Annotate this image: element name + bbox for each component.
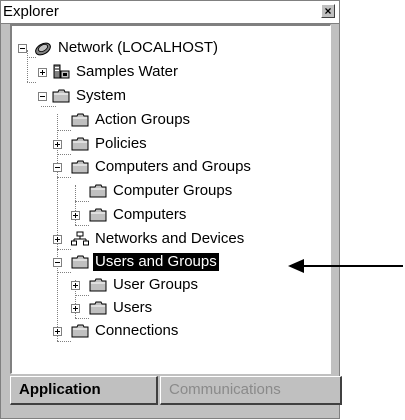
server-icon	[53, 64, 70, 79]
tree-item-computers[interactable]: Computers	[89, 204, 188, 226]
expander-policies[interactable]	[53, 140, 62, 149]
window-title: Explorer	[3, 3, 59, 20]
tree-item-label: Connections	[95, 322, 179, 339]
folder-icon	[71, 160, 89, 174]
tree-item-label: Computers	[113, 206, 187, 223]
expander-system[interactable]	[38, 92, 47, 101]
tree-item-policies[interactable]: Policies	[71, 133, 149, 155]
tree-item-label: Samples Water	[76, 63, 178, 80]
tree-item-label: Computers and Groups	[95, 158, 251, 175]
tree-item-users-and-groups[interactable]: Users and Groups	[71, 251, 220, 273]
title-bar: Explorer ×	[1, 1, 339, 24]
tree-item-computers-and-groups[interactable]: Computers and Groups	[71, 156, 253, 178]
tree-item-connections[interactable]: Connections	[71, 320, 180, 342]
expander-users-and-groups[interactable]	[53, 258, 62, 267]
folder-icon	[52, 89, 70, 103]
tree-item-action-groups[interactable]: Action Groups	[71, 109, 192, 131]
network-devices-icon	[71, 231, 89, 246]
expander-user-groups[interactable]	[71, 281, 80, 290]
tree-item-label: Action Groups	[95, 111, 191, 128]
callout-arrow-icon	[288, 259, 403, 273]
tree-item-samples-water[interactable]: Samples Water	[52, 61, 180, 83]
tree-item-label: Policies	[95, 135, 147, 152]
tree-item-label: Networks and Devices	[95, 230, 245, 247]
tree-item-networks-and-devices[interactable]: Networks and Devices	[71, 228, 246, 250]
folder-icon	[89, 208, 107, 222]
tree-item-network[interactable]: Network (LOCALHOST)	[34, 37, 220, 59]
tab-bar: Application Communications	[10, 374, 342, 410]
explorer-window: Explorer × Network (LOCALHOST) Samples W…	[0, 0, 342, 419]
tree-item-label-selected: Users and Groups	[92, 252, 220, 272]
expander-samples-water[interactable]	[38, 68, 47, 77]
tree-item-user-groups[interactable]: User Groups	[89, 274, 200, 296]
expander-connections[interactable]	[53, 327, 62, 336]
tree-item-label: System	[76, 87, 127, 104]
expander-computers-and-groups[interactable]	[53, 163, 62, 172]
tree-item-label: Network (LOCALHOST)	[58, 39, 219, 56]
expander-computers[interactable]	[71, 211, 80, 220]
folder-icon	[71, 324, 89, 338]
folder-icon	[71, 255, 89, 269]
tab-communications[interactable]: Communications	[160, 376, 342, 405]
folder-icon	[89, 278, 107, 292]
tree-panel[interactable]: Network (LOCALHOST) Samples Water System	[10, 24, 331, 374]
tree-item-system[interactable]: System	[52, 85, 128, 107]
tree-item-computer-groups[interactable]: Computer Groups	[89, 180, 234, 202]
folder-icon	[71, 113, 89, 127]
tree-item-users[interactable]: Users	[89, 297, 154, 319]
folder-icon	[89, 184, 107, 198]
tree-item-label: User Groups	[113, 276, 199, 293]
tab-application[interactable]: Application	[10, 376, 158, 405]
expander-network[interactable]	[18, 44, 27, 53]
expander-users[interactable]	[71, 304, 80, 313]
tree-view: Network (LOCALHOST) Samples Water System	[12, 26, 330, 373]
expander-networks-and-devices[interactable]	[53, 235, 62, 244]
close-button[interactable]: ×	[321, 4, 335, 18]
tree-item-label: Computer Groups	[113, 182, 233, 199]
folder-icon	[89, 301, 107, 315]
tree-item-label: Users	[113, 299, 153, 316]
folder-icon	[71, 137, 89, 151]
network-icon	[35, 42, 51, 56]
